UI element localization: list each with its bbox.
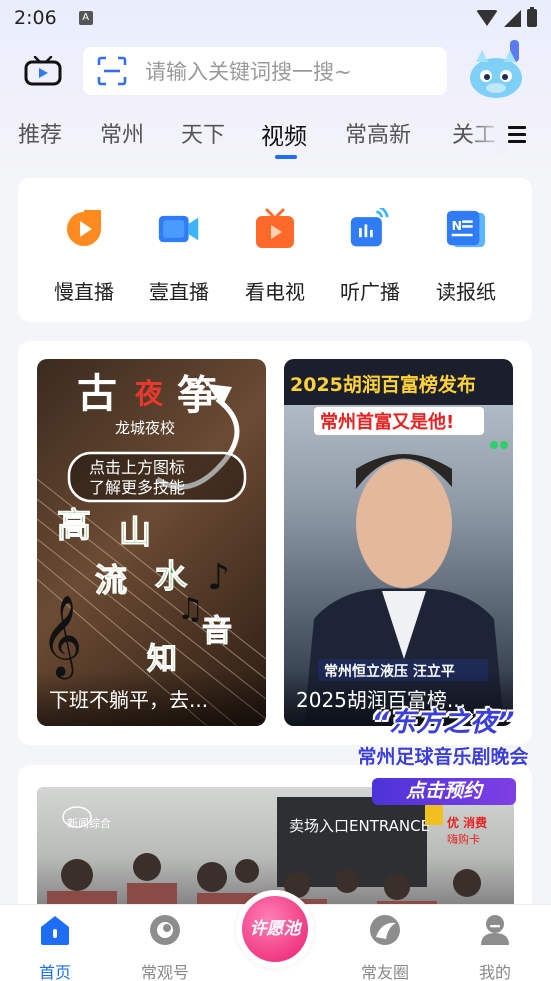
promo-reserve-button[interactable]: 点击预约 [372, 778, 516, 805]
status-time: 2:06 [14, 7, 57, 29]
service-slow-live[interactable]: 慢直播 [39, 204, 129, 305]
category-tabs: 推荐 常州 天下 视频 常高新 关工 [0, 112, 551, 162]
video-overlay-sub: 龙城夜校 [115, 419, 175, 437]
battery-icon [527, 7, 537, 27]
svg-text:水: 水 [155, 557, 188, 595]
svg-text:N: N [452, 218, 462, 233]
service-newspaper[interactable]: N 读报纸 [421, 204, 511, 305]
radio-icon [350, 204, 389, 247]
dragon-mascot-icon[interactable] [466, 40, 530, 100]
nav-label: 常友圈 [360, 963, 409, 981]
tab-video[interactable]: 视频 [261, 117, 307, 151]
scan-icon[interactable] [97, 56, 127, 86]
nav-wish-pool[interactable]: 许愿池 [236, 890, 314, 968]
tab-recommend[interactable]: 推荐 [18, 117, 62, 149]
svg-text:优 消费: 优 消费 [447, 815, 487, 830]
svg-text:高: 高 [57, 506, 91, 546]
promo-title: “东方之夜” [371, 707, 515, 738]
tabs-fade [468, 112, 508, 156]
nav-changguan[interactable]: 常观号 [125, 913, 205, 981]
nav-home[interactable]: 首页 [15, 913, 95, 981]
camera-icon [158, 215, 199, 243]
status-icons [476, 7, 537, 27]
video-caption: 下班不躺平，去... [37, 670, 266, 726]
nav-mine[interactable]: 我的 [455, 913, 535, 981]
promo-subtitle: 常州足球音乐剧晚会 [357, 746, 529, 768]
newspaper-icon: N [446, 210, 486, 248]
video-item[interactable]: 2025胡润百富榜发布 常州首富又是他! 常州恒立液压 汪立平 2025胡润百富… [284, 359, 513, 726]
svg-text:流: 流 [95, 561, 127, 599]
video-overlay-title: 2025胡润百富榜发布 [290, 373, 476, 396]
changguan-icon [150, 915, 180, 945]
service-label: 看电视 [245, 280, 305, 304]
service-label: 壹直播 [149, 280, 209, 304]
video-item[interactable]: 古 夜 筝 龙城夜校 点击上方图标 了解更多技能 高 山 流 水 音 知 ♪ ♫… [37, 359, 266, 726]
user-icon [481, 915, 509, 945]
service-watch-tv[interactable]: 看电视 [230, 204, 320, 305]
service-label: 读报纸 [436, 280, 496, 304]
tv-play-icon [256, 208, 294, 248]
nav-label: 我的 [478, 963, 511, 981]
svg-text:夜: 夜 [134, 377, 164, 410]
slow-live-icon [67, 210, 101, 246]
video-overlay-title: 古 [77, 370, 117, 417]
svg-text:𝄞: 𝄞 [41, 594, 82, 679]
menu-icon[interactable] [508, 126, 526, 143]
circle-icon [370, 915, 400, 945]
svg-text:山: 山 [119, 513, 151, 551]
tab-world[interactable]: 天下 [181, 117, 225, 149]
signal-icon [504, 9, 521, 27]
service-label: 听广播 [340, 280, 400, 304]
tv-icon[interactable] [24, 56, 62, 86]
nav-label: 首页 [38, 963, 71, 981]
wish-pool-icon: 许愿池 [242, 896, 308, 962]
svg-text:♫: ♫ [177, 592, 204, 627]
svg-text:了解更多技能: 了解更多技能 [89, 478, 185, 497]
video-overlay-sub: 常州首富又是他! [320, 411, 454, 433]
svg-text:♪: ♪ [207, 557, 230, 598]
nav-label: 常观号 [140, 963, 189, 981]
svg-text:点击上方图标: 点击上方图标 [89, 458, 185, 477]
tab-changgaoxin[interactable]: 常高新 [345, 117, 411, 149]
active-tab-indicator [275, 155, 297, 159]
search-input[interactable]: 请输入关键词搜一搜~ [145, 56, 352, 86]
svg-text:音: 音 [202, 614, 232, 649]
wifi-icon [476, 10, 498, 26]
svg-text:嗨购卡: 嗨购卡 [447, 832, 480, 846]
nav-friends-circle[interactable]: 常友圈 [345, 913, 425, 981]
service-radio[interactable]: 听广播 [325, 204, 415, 305]
service-shortcuts: 慢直播 壹直播 看电视 听广播 N 读报纸 [18, 178, 532, 322]
video-feed-card: 古 夜 筝 龙城夜校 点击上方图标 了解更多技能 高 山 流 水 音 知 ♪ ♫… [18, 341, 532, 745]
promo-float[interactable]: “东方之夜” 常州足球音乐剧晚会 点击预约 [336, 700, 550, 806]
header: 请输入关键词搜一搜~ [0, 40, 551, 104]
status-bar: 2:06 A [0, 0, 551, 36]
search-bar[interactable]: 请输入关键词搜一搜~ [83, 47, 447, 95]
service-label: 慢直播 [54, 280, 114, 304]
tab-changzhou[interactable]: 常州 [100, 117, 144, 149]
entrance-sign: 卖场入口ENTRANCE [289, 817, 430, 835]
notification-icon: A [78, 11, 93, 25]
home-icon [41, 916, 69, 945]
service-yi-live[interactable]: 壹直播 [134, 204, 224, 305]
svg-text:筝: 筝 [177, 372, 217, 419]
